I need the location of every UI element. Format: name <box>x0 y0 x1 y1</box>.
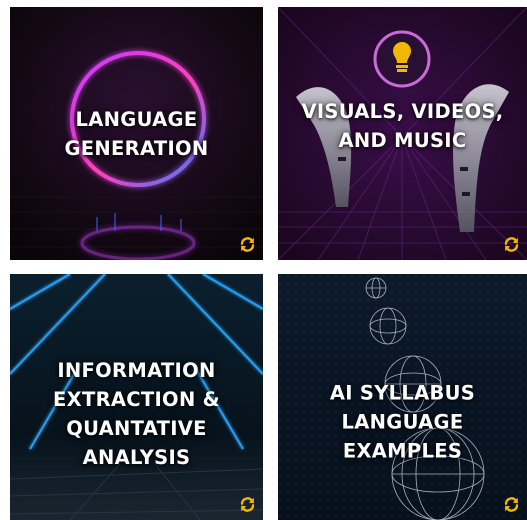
card-title-line: ANALYSIS <box>82 446 191 470</box>
card-title-line: LANGUAGE <box>341 410 464 434</box>
card-visuals-videos-music[interactable]: VISUALS, VIDEOS, AND MUSIC <box>278 7 527 260</box>
flip-card-grid: LANGUAGE GENERATION VISUALS, VIDEOS, AND… <box>0 0 527 520</box>
refresh-icon[interactable] <box>503 236 520 253</box>
card-title-line: QUANTATIVE <box>66 417 207 441</box>
card-title-line: GENERATION <box>64 136 209 160</box>
card-title-line: VISUALS, VIDEOS, <box>301 99 504 123</box>
card-title: INFORMATION EXTRACTION & QUANTATIVE ANAL… <box>10 356 263 472</box>
card-title-line: AI SYLLABUS <box>329 381 476 405</box>
card-title: AI SYLLABUS LANGUAGE EXAMPLES <box>278 378 527 465</box>
card-title-line: AND MUSIC <box>338 128 467 152</box>
card-ai-syllabus-examples[interactable]: AI SYLLABUS LANGUAGE EXAMPLES <box>278 274 527 520</box>
refresh-icon[interactable] <box>239 236 256 253</box>
card-language-generation[interactable]: LANGUAGE GENERATION <box>10 7 263 260</box>
card-title: LANGUAGE GENERATION <box>10 105 263 163</box>
refresh-icon[interactable] <box>239 496 256 513</box>
card-title-line: LANGUAGE <box>75 107 198 131</box>
card-title-line: INFORMATION <box>57 359 216 383</box>
card-title-line: EXAMPLES <box>342 439 463 463</box>
refresh-icon[interactable] <box>503 496 520 513</box>
card-title: VISUALS, VIDEOS, AND MUSIC <box>278 97 527 155</box>
card-information-extraction[interactable]: INFORMATION EXTRACTION & QUANTATIVE ANAL… <box>10 274 263 520</box>
card-title-line: EXTRACTION & <box>53 388 220 412</box>
